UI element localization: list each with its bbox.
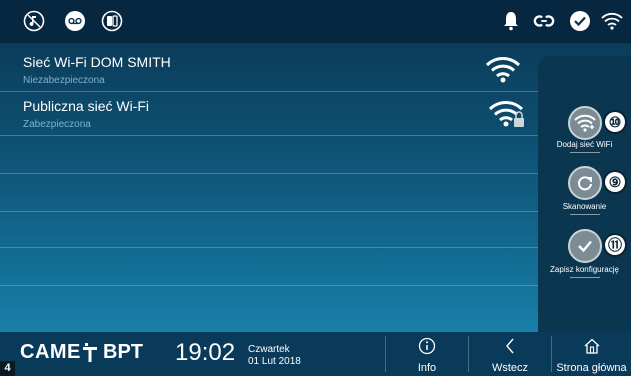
wifi-icon[interactable] (601, 10, 623, 32)
divider (570, 214, 600, 215)
empty-row (0, 135, 538, 174)
wifi-locked-icon (488, 99, 528, 134)
add-wifi-button[interactable]: ⑩ Dodaj sieć WiFi (538, 106, 631, 156)
back-button[interactable]: Wstecz (469, 333, 551, 376)
page-number: 4 (0, 361, 15, 376)
info-icon (418, 337, 436, 360)
chevron-left-icon (503, 337, 517, 360)
music-mute-icon[interactable] (23, 10, 45, 32)
divider (570, 152, 600, 153)
home-button[interactable]: Strona główna (552, 333, 631, 376)
network-security: Niezabezpieczona (23, 75, 105, 86)
clock: 19:02 (175, 339, 236, 366)
info-label: Info (417, 362, 437, 374)
action-label: Skanowanie (562, 202, 607, 211)
back-label: Wstecz (491, 362, 529, 374)
refresh-icon (568, 166, 602, 200)
came-bpt-logo-icon (82, 343, 98, 368)
came-logo: CAME (20, 341, 81, 363)
empty-row (0, 247, 538, 286)
home-label: Strona główna (556, 362, 627, 374)
network-name: Sieć Wi-Fi DOM SMITH (23, 54, 171, 70)
home-icon (583, 337, 601, 360)
scan-button[interactable]: ⑨ Skanowanie (538, 166, 631, 216)
wifi-signal-icon (485, 55, 521, 88)
empty-row (0, 173, 538, 212)
screen: Sieć Wi-Fi DOM SMITH Niezabezpieczona Pu… (0, 0, 631, 376)
info-button[interactable]: Info (386, 333, 468, 376)
empty-row (0, 285, 538, 329)
empty-row (0, 211, 538, 248)
bell-icon[interactable] (500, 10, 522, 32)
status-bar (0, 0, 631, 44)
voicemail-icon[interactable] (64, 10, 86, 32)
add-wifi-icon (568, 106, 602, 140)
check-icon (568, 229, 602, 263)
action-label: Zapisz konfigurację (550, 265, 619, 274)
checkmark-icon[interactable] (569, 10, 591, 32)
callout-number: ⑩ (605, 112, 625, 132)
save-config-button[interactable]: ⑪ Zapisz konfigurację (538, 229, 631, 279)
link-icon[interactable] (533, 10, 555, 32)
divider (570, 277, 600, 278)
door-phone-icon[interactable] (101, 10, 123, 32)
network-name: Publiczna sieć Wi-Fi (23, 98, 150, 114)
day-of-week: Czwartek (248, 344, 290, 355)
network-row[interactable]: Sieć Wi-Fi DOM SMITH Niezabezpieczona (0, 44, 538, 92)
network-row[interactable]: Publiczna sieć Wi-Fi Zabezpieczona (0, 91, 538, 136)
callout-number: ⑨ (605, 172, 625, 192)
action-label: Dodaj sieć WiFi (556, 140, 613, 149)
network-list: Sieć Wi-Fi DOM SMITH Niezabezpieczona Pu… (0, 44, 538, 332)
bpt-logo: BPT (103, 341, 143, 363)
date: 01 Lut 2018 (248, 356, 301, 367)
callout-number: ⑪ (605, 235, 625, 255)
network-security: Zabezpieczona (23, 119, 91, 130)
